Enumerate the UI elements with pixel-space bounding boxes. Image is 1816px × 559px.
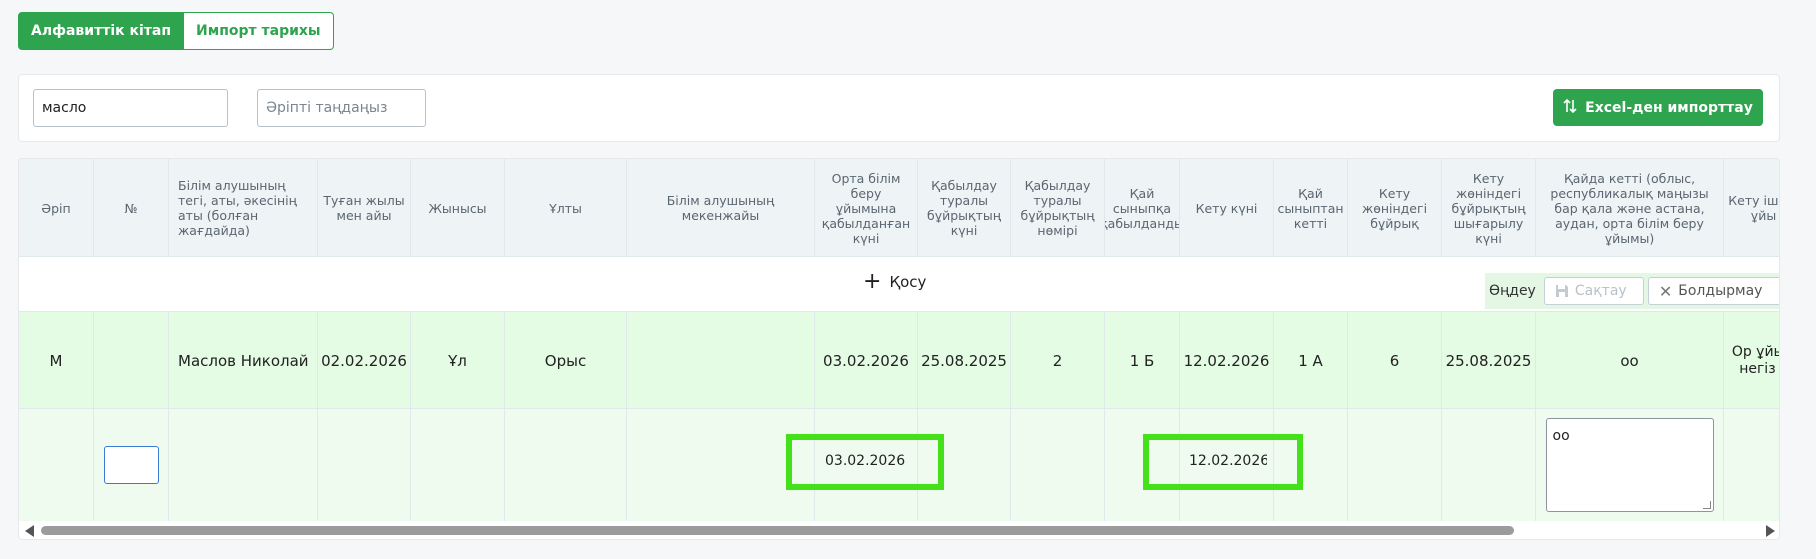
- row-edit-bar: Өңдеу Сақтау ✕ Болдырмау: [1485, 273, 1779, 309]
- letter-select[interactable]: [257, 89, 426, 127]
- cell-left-class: 1 А: [1274, 312, 1348, 410]
- leave-date-input[interactable]: 12.02.2026: [1189, 453, 1267, 469]
- cell-letter: М: [19, 312, 94, 410]
- save-button[interactable]: Сақтау: [1543, 277, 1644, 305]
- edit-cell-leave-order-date: [1442, 409, 1536, 521]
- cell-leave-order: 6: [1348, 312, 1442, 410]
- edit-cell-full-name: [169, 409, 318, 521]
- destination-textarea[interactable]: оо: [1545, 418, 1714, 512]
- cell-birth: 02.02.2026: [318, 312, 411, 410]
- cell-destination: оо: [1536, 312, 1724, 410]
- edit-label: Өңдеу: [1489, 283, 1536, 299]
- edit-cell-leave-reason: [1724, 409, 1779, 521]
- horizontal-scrollbar[interactable]: [19, 521, 1779, 539]
- sort-arrows-icon: [1563, 98, 1577, 118]
- header-leave-order: Кету жөніндегі бұйрық: [1348, 159, 1442, 257]
- cell-leave-date: 12.02.2026: [1180, 312, 1274, 410]
- cell-admitted-class: 1 Б: [1105, 312, 1180, 410]
- edit-row: оо 03.02.2026 12.02.2026: [19, 409, 1779, 521]
- edit-cell-number: [94, 409, 169, 521]
- resize-grip-icon[interactable]: [1702, 501, 1711, 509]
- alphabet-book-table: Әріп № Білім алушының тегі, аты, әкесіні…: [18, 158, 1780, 540]
- scrollbar-thumb[interactable]: [41, 526, 1514, 535]
- destination-text: оо: [1552, 428, 1570, 444]
- filter-panel: Excel-ден импорттау: [18, 74, 1780, 142]
- table-row[interactable]: М Маслов Николай 02.02.2026 Ұл Орыс 03.0…: [19, 311, 1779, 410]
- cell-gender: Ұл: [411, 312, 505, 410]
- edit-cell-gender: [411, 409, 505, 521]
- add-button[interactable]: + Қосу: [863, 271, 926, 293]
- header-number: №: [94, 159, 169, 257]
- cell-leave-order-date: 25.08.2025: [1442, 312, 1536, 410]
- tab-import-history[interactable]: Импорт тарихы: [184, 12, 334, 50]
- cell-leave-reason: Ор ұйым негіз с: [1724, 312, 1779, 410]
- search-input[interactable]: [33, 89, 228, 127]
- scroll-left-arrow-icon[interactable]: [25, 525, 34, 537]
- add-label: Қосу: [889, 273, 927, 291]
- excel-import-button[interactable]: Excel-ден импорттау: [1553, 89, 1763, 126]
- edit-cell-birth: [318, 409, 411, 521]
- edit-cell-leave-order: [1348, 409, 1442, 521]
- header-nationality: Ұлты: [505, 159, 627, 257]
- header-birth: Туған жылы мен айы: [318, 159, 411, 257]
- header-gender: Жынысы: [411, 159, 505, 257]
- page-tabs: Алфавиттік кітап Импорт тарихы: [18, 12, 334, 50]
- cancel-button[interactable]: ✕ Болдырмау: [1647, 277, 1779, 305]
- edit-cell-order-date: [918, 409, 1011, 521]
- header-leave-order-date: Кету жөніндегі бұйрықтың шығарылу күні: [1442, 159, 1536, 257]
- cell-number: [94, 312, 169, 410]
- cell-order-date: 25.08.2025: [918, 312, 1011, 410]
- cell-address: [627, 312, 815, 410]
- admission-date-input[interactable]: 03.02.2026: [825, 453, 905, 469]
- number-input[interactable]: [103, 446, 159, 484]
- edit-cell-destination: оо: [1536, 409, 1724, 521]
- header-letter: Әріп: [19, 159, 94, 257]
- header-leave-date: Кету күні: [1180, 159, 1274, 257]
- table-header: Әріп № Білім алушының тегі, аты, әкесіні…: [19, 159, 1779, 257]
- header-order-date: Қабылдау туралы бұйрықтың күні: [918, 159, 1011, 257]
- edit-cell-order-number: [1011, 409, 1105, 521]
- cell-nationality: Орыс: [505, 312, 627, 410]
- header-full-name: Білім алушының тегі, аты, әкесінің аты (…: [169, 159, 318, 257]
- header-admitted-class: Қай сыныпқа қабылданды: [1105, 159, 1180, 257]
- cancel-label: Болдырмау: [1678, 283, 1763, 299]
- edit-cell-letter: [19, 409, 94, 521]
- cell-admission-date: 03.02.2026: [815, 312, 918, 410]
- tab-alphabet-book[interactable]: Алфавиттік кітап: [18, 12, 185, 50]
- header-destination: Қайда кетті (облыс, республикалық маңызы…: [1536, 159, 1724, 257]
- floppy-disk-icon: [1555, 285, 1568, 297]
- header-admission-date: Орта білім беру ұйымына қабылданған күні: [815, 159, 918, 257]
- save-label: Сақтау: [1574, 283, 1627, 299]
- header-address: Білім алушының мекенжайы: [627, 159, 815, 257]
- table-grid: Әріп № Білім алушының тегі, аты, әкесіні…: [19, 159, 1779, 521]
- excel-import-label: Excel-ден импорттау: [1585, 99, 1753, 116]
- header-leave-reason: Кету ішінд ұйы: [1724, 159, 1779, 257]
- cell-full-name: Маслов Николай: [169, 312, 318, 410]
- edit-cell-nationality: [505, 409, 627, 521]
- cell-order-number: 2: [1011, 312, 1105, 410]
- close-icon: ✕: [1658, 281, 1673, 301]
- plus-icon: +: [863, 269, 882, 294]
- header-left-class: Қай сыныптан кетті: [1274, 159, 1348, 257]
- edit-cell-address: [627, 409, 815, 521]
- scroll-right-arrow-icon[interactable]: [1766, 525, 1775, 537]
- edit-cell-admitted-class: [1105, 409, 1180, 521]
- header-order-number: Қабылдау туралы бұйрықтың нөмірі: [1011, 159, 1105, 257]
- edit-cell-left-class: [1274, 409, 1348, 521]
